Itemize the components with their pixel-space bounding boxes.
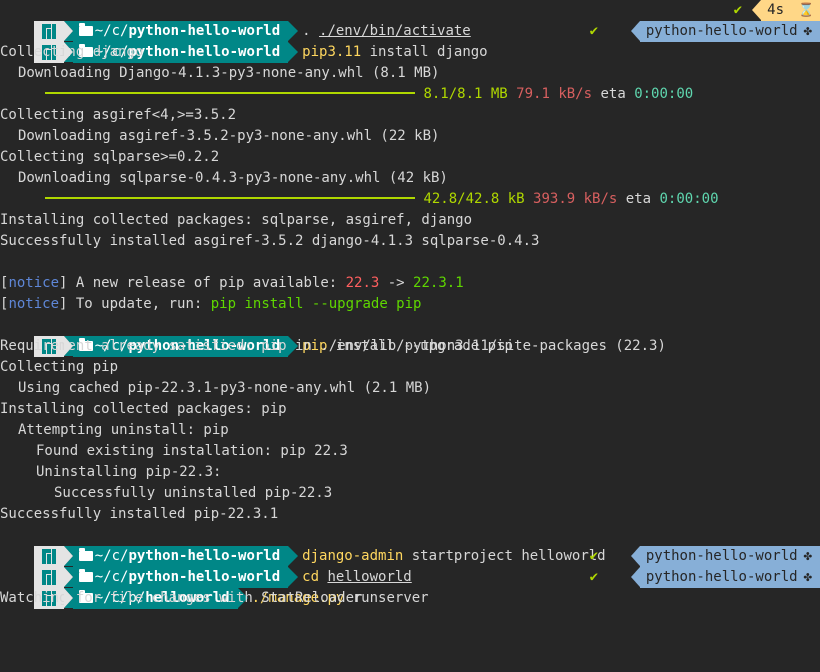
progress-line: 42.8/42.8 kB 393.9 kB/s eta 0:00:00 <box>0 189 820 210</box>
output-line: Collecting sqlparse>=0.2.2 <box>0 149 220 165</box>
output-line: Collecting asgiref<4,>=3.5.2 <box>0 107 237 123</box>
python-venv-icon: ✤ <box>803 569 812 585</box>
output-line: Downloading asgiref-3.5.2-py3-none-any.w… <box>18 128 440 144</box>
prompt-line: ~/c/python-hello-world. ./env/bin/activa… <box>0 0 820 42</box>
progress-line: 8.1/8.1 MB 79.1 kB/s eta 0:00:00 <box>0 84 820 105</box>
output-line: Downloading Django-4.1.3-py3-none-any.wh… <box>18 65 440 81</box>
hourglass-icon <box>790 0 820 21</box>
output-line: Watching for file changes with StatReloa… <box>0 590 363 606</box>
venv-badge: python-hello-world ✤ <box>630 546 820 567</box>
status-check: ✔ <box>589 23 598 39</box>
prompt-line: ~/c/python-hello-world django-admin start… <box>0 525 820 567</box>
output-line: Uninstalling pip-22.3: <box>36 464 222 480</box>
output-line: Installing collected packages: sqlparse,… <box>0 212 473 228</box>
output-line: Successfully uninstalled pip-22.3 <box>54 485 333 501</box>
python-venv-icon: ✤ <box>803 548 812 564</box>
notice-line: [notice] A new release of pip available:… <box>0 275 464 291</box>
output-line: Requirement already satisfied: pip in ./… <box>0 338 666 354</box>
output-line: Downloading sqlparse-0.4.3-py3-none-any.… <box>18 170 448 186</box>
output-line: Successfully installed pip-22.3.1 <box>0 506 279 522</box>
notice-line: [notice] To update, run: pip install --u… <box>0 296 422 312</box>
output-line: Attempting uninstall: pip <box>18 422 229 438</box>
output-line: Found existing installation: pip 22.3 <box>36 443 348 459</box>
status-check: ✔ <box>589 569 598 585</box>
python-venv-icon: ✤ <box>803 23 812 39</box>
status-check: ✔ <box>733 2 742 18</box>
progress-bar <box>45 92 415 94</box>
prompt-line: ~/c/python-hello-world cd helloworld ✔ py… <box>0 546 820 588</box>
output-line: Collecting pip <box>0 359 119 375</box>
venv-badge: python-hello-world ✤ <box>630 567 820 588</box>
output-line: Installing collected packages: pip <box>0 401 287 417</box>
output-line: Using cached pip-22.3.1-py3-none-any.whl… <box>18 380 432 396</box>
terminal-window[interactable]: ~/c/python-hello-world. ./env/bin/activa… <box>0 0 820 620</box>
duration-badge: 4s <box>752 0 790 21</box>
prompt-line: ~/c/python-hello-world pip3.11 install dj… <box>0 21 820 63</box>
prompt-line: ~/c/python-hello-world pip install --upgr… <box>0 315 820 357</box>
output-line: Successfully installed asgiref-3.5.2 dja… <box>0 233 540 249</box>
venv-badge: python-hello-world ✤ <box>630 21 820 42</box>
prompt-line: ~/c/p/helloworld ./manage.py runserver ✔ … <box>0 567 820 609</box>
progress-bar <box>45 197 415 199</box>
output-line: Collecting django <box>0 44 144 60</box>
status-check: ✔ <box>589 548 598 564</box>
